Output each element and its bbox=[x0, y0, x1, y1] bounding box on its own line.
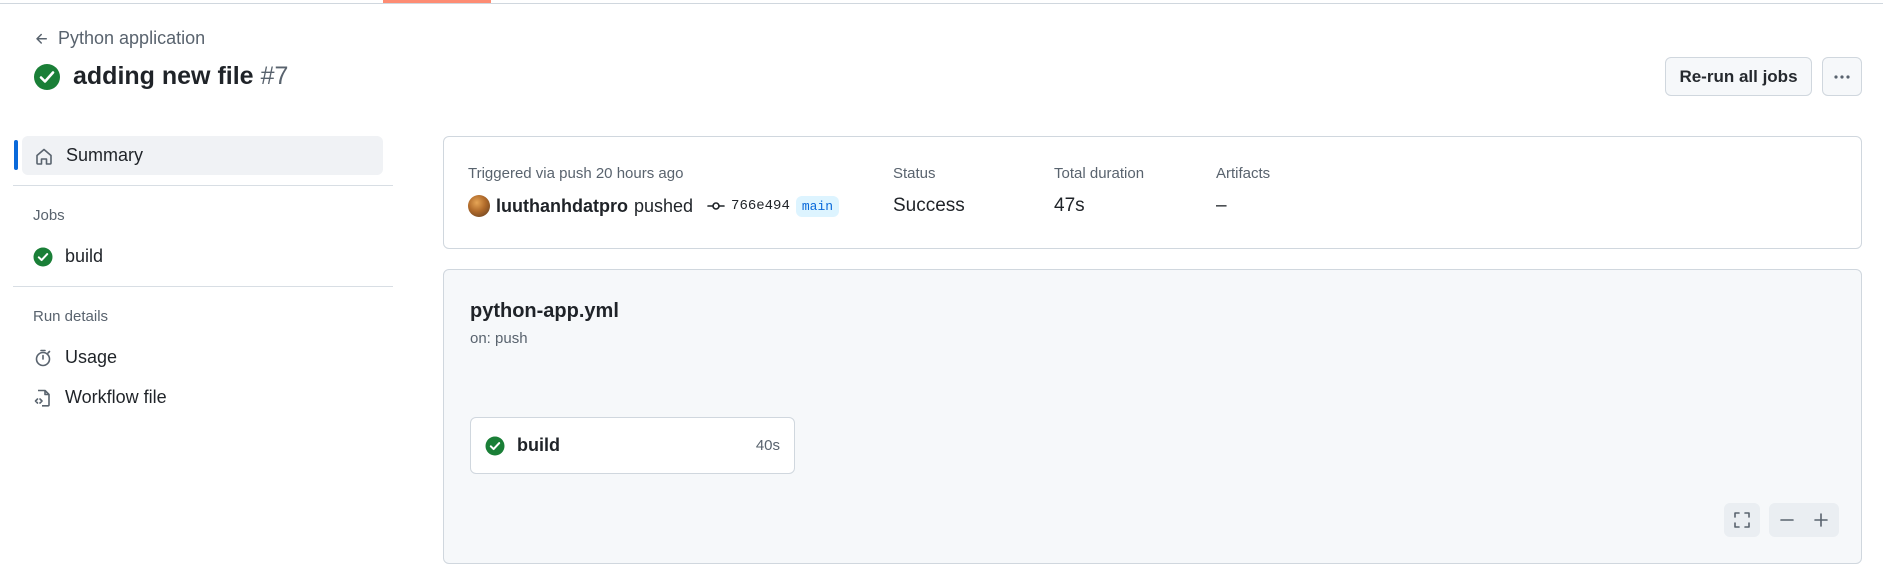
run-number: #7 bbox=[260, 62, 289, 90]
commit-sha: 766e494 bbox=[731, 198, 790, 214]
job-card-build[interactable]: build 40s bbox=[470, 417, 795, 474]
sidebar-item-label: Workflow file bbox=[65, 387, 167, 407]
actor-link[interactable]: luuthanhdatpro bbox=[496, 196, 628, 217]
run-details-section-label: Run details bbox=[33, 308, 109, 325]
zoom-out-button[interactable] bbox=[1769, 503, 1805, 537]
status-value: Success bbox=[893, 195, 965, 216]
job-duration: 40s bbox=[755, 437, 780, 454]
trigger-details: luuthanhdatpro pushed 766e494 main bbox=[468, 195, 840, 217]
git-commit-icon bbox=[707, 202, 725, 210]
workflow-graph-panel: python-app.yml on: push build 40s bbox=[443, 269, 1862, 564]
artifacts-label: Artifacts bbox=[1216, 165, 1271, 182]
top-nav-border bbox=[0, 0, 1883, 4]
file-code-icon bbox=[34, 389, 50, 407]
sidebar-item-label: build bbox=[65, 246, 104, 266]
trigger-text: Triggered via push 20 hours ago bbox=[468, 165, 684, 182]
more-options-button[interactable] bbox=[1822, 57, 1862, 96]
duration-value: 47s bbox=[1054, 195, 1085, 216]
workflow-file-name: python-app.yml bbox=[470, 300, 619, 322]
check-circle-success-icon bbox=[34, 63, 60, 90]
dash-icon bbox=[1780, 519, 1794, 521]
run-title-row: adding new file #7 bbox=[33, 62, 288, 91]
run-summary-card: Triggered via push 20 hours ago luuthanh… bbox=[443, 136, 1862, 249]
action-text: pushed bbox=[633, 195, 694, 216]
home-icon bbox=[36, 148, 52, 165]
check-circle-success-icon bbox=[33, 247, 53, 266]
kebab-horizontal-icon bbox=[1834, 74, 1850, 79]
back-link-label: Python application bbox=[58, 28, 206, 48]
active-tab-underline bbox=[383, 0, 491, 3]
sidebar-item-build[interactable]: build bbox=[33, 246, 103, 267]
commit-link[interactable]: 766e494 bbox=[707, 197, 790, 215]
arrow-left-icon bbox=[36, 33, 47, 44]
sidebar-item-summary[interactable]: Summary bbox=[14, 136, 383, 175]
sidebar-item-label: Usage bbox=[65, 347, 118, 367]
branch-badge[interactable]: main bbox=[795, 195, 840, 217]
screen-full-icon bbox=[1734, 512, 1750, 528]
sidebar-divider bbox=[13, 286, 393, 287]
duration-label: Total duration bbox=[1054, 165, 1145, 182]
sidebar-item-usage[interactable]: Usage bbox=[33, 347, 117, 368]
zoom-in-button[interactable] bbox=[1803, 503, 1839, 537]
sidebar-item-workflow-file[interactable]: Workflow file bbox=[33, 387, 167, 408]
rerun-all-jobs-button[interactable]: Re-run all jobs bbox=[1665, 57, 1812, 96]
sidebar-item-label: Summary bbox=[66, 145, 144, 165]
stopwatch-icon bbox=[35, 349, 51, 366]
sidebar-divider bbox=[13, 185, 393, 186]
back-to-workflow-link[interactable]: Python application bbox=[34, 28, 205, 49]
check-circle-success-icon bbox=[485, 436, 505, 455]
job-name: build bbox=[517, 435, 560, 455]
workflow-trigger: on: push bbox=[470, 330, 528, 347]
artifacts-value: – bbox=[1216, 195, 1227, 216]
plus-icon bbox=[1814, 513, 1828, 527]
run-title: adding new file #7 bbox=[73, 62, 289, 90]
jobs-section-label: Jobs bbox=[33, 207, 65, 224]
fullscreen-button[interactable] bbox=[1724, 503, 1760, 537]
status-label: Status bbox=[893, 165, 936, 182]
avatar[interactable] bbox=[468, 195, 490, 217]
